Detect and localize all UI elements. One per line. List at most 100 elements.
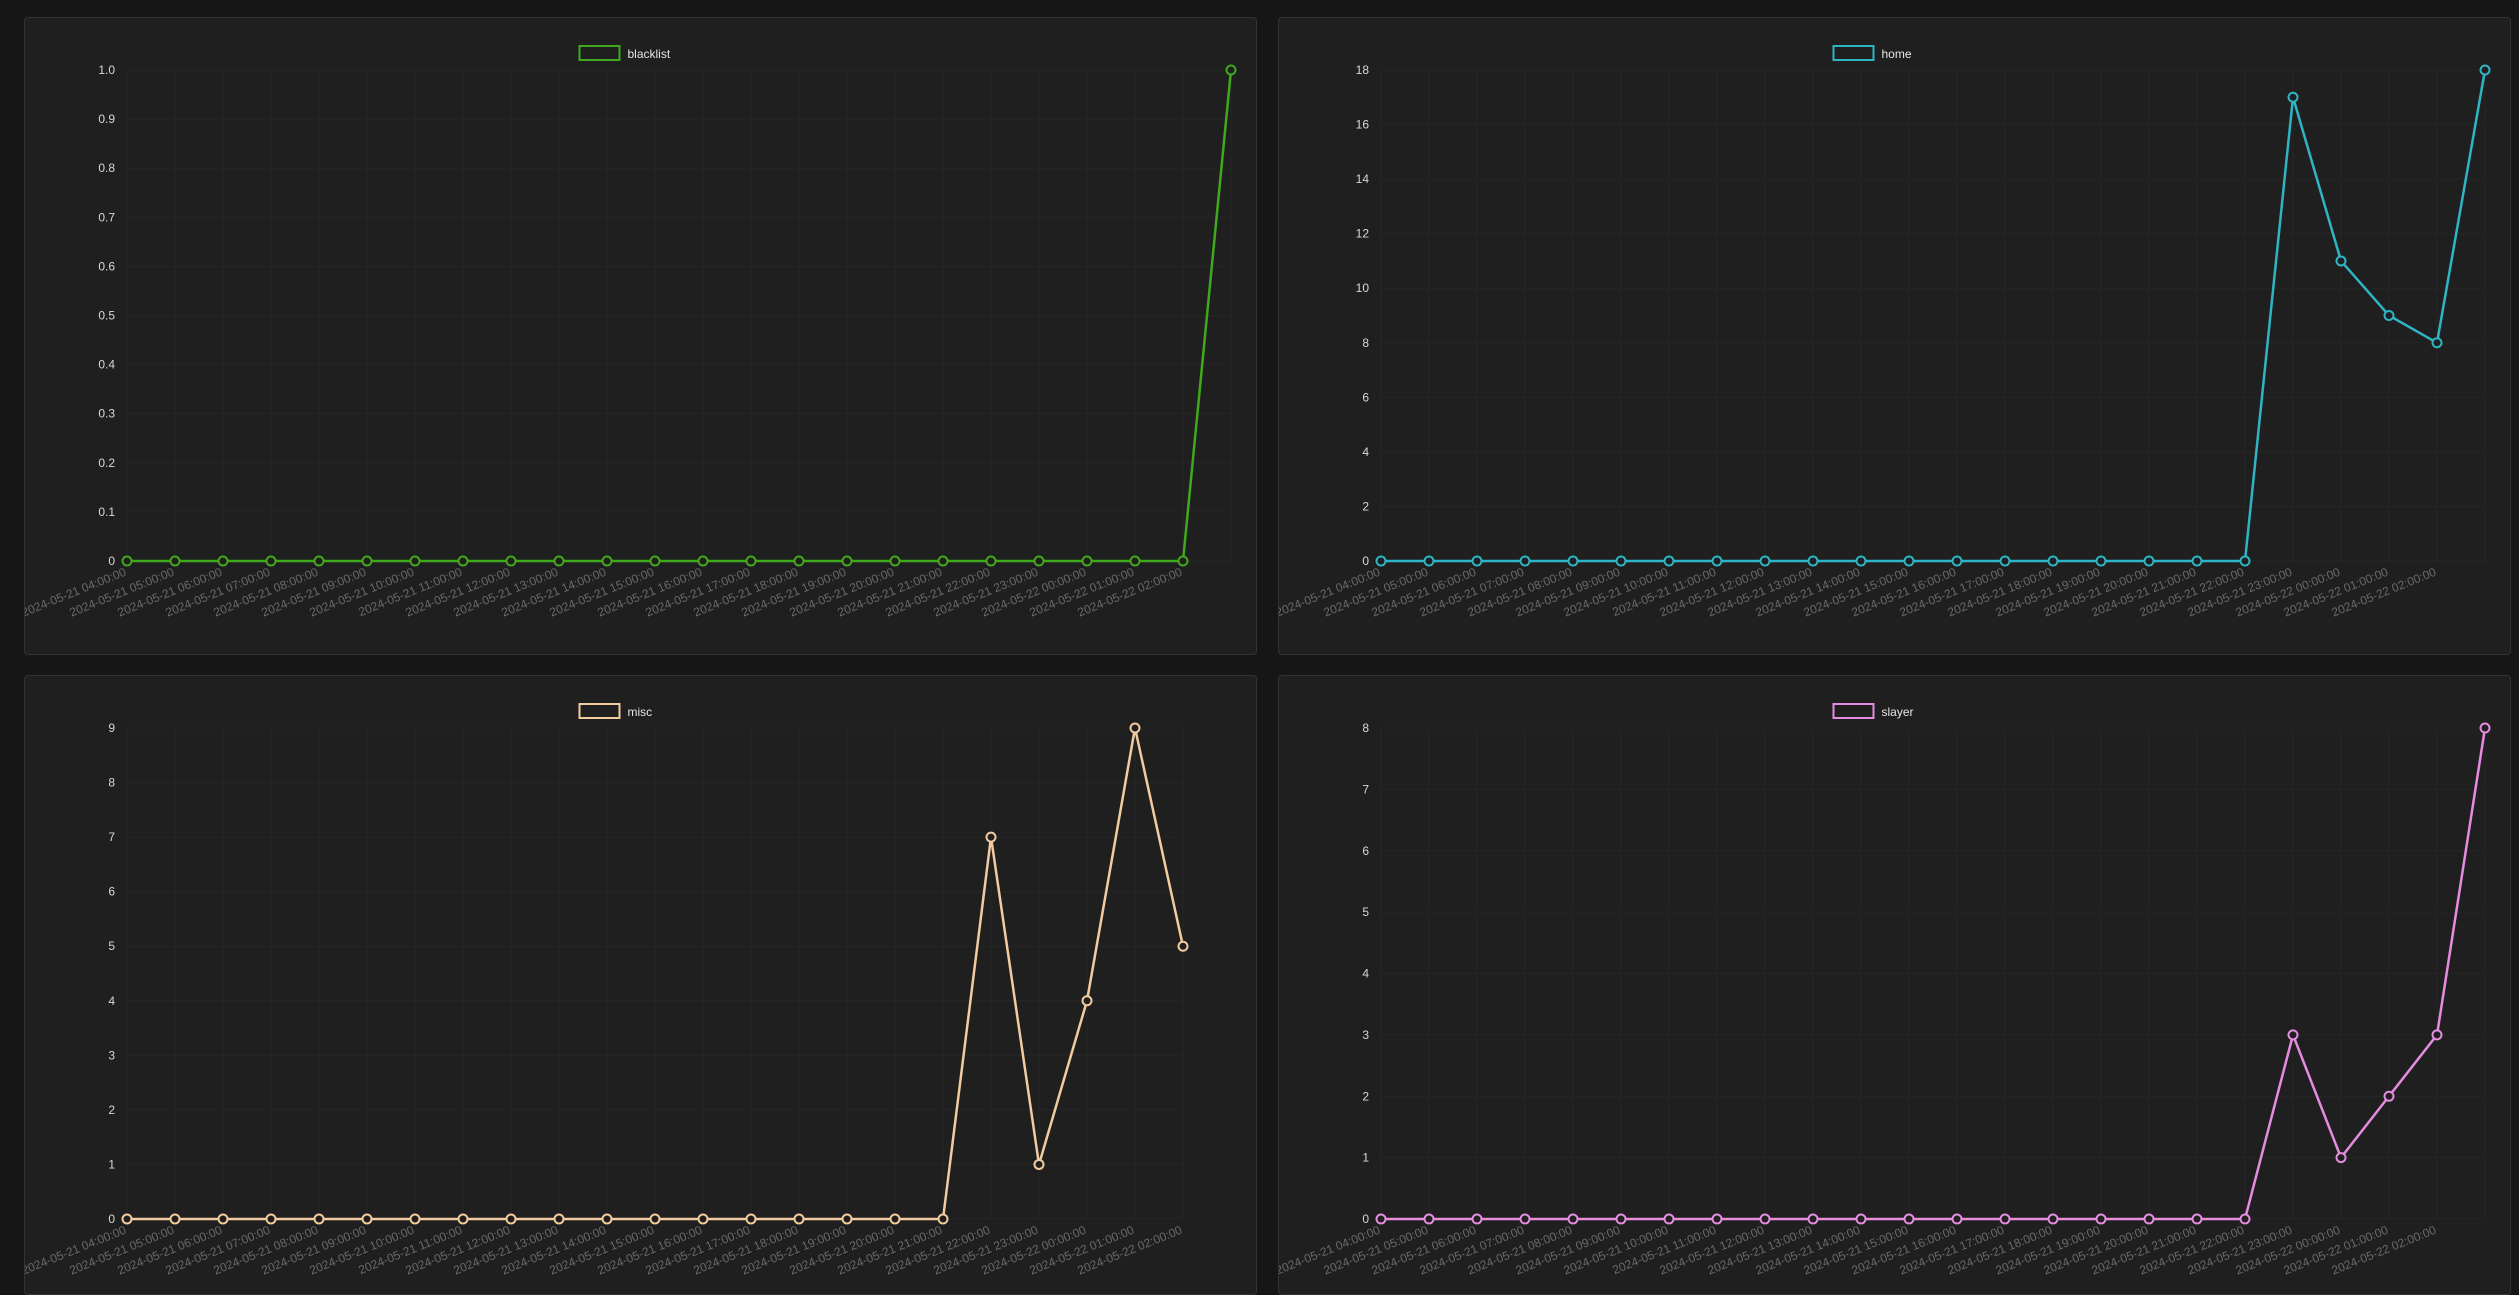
data-point[interactable]	[313, 1213, 325, 1225]
data-point[interactable]	[265, 1213, 277, 1225]
data-point[interactable]	[2095, 555, 2107, 567]
data-point[interactable]	[1759, 1213, 1771, 1225]
data-point[interactable]	[265, 555, 277, 567]
data-point[interactable]	[1519, 555, 1531, 567]
data-point[interactable]	[937, 555, 949, 567]
data-point[interactable]	[1225, 64, 1237, 76]
data-point[interactable]	[1759, 555, 1771, 567]
data-point[interactable]	[2383, 310, 2395, 321]
data-point[interactable]	[1999, 1213, 2011, 1225]
legend-swatch[interactable]	[578, 45, 621, 61]
data-point[interactable]	[505, 555, 517, 567]
data-point[interactable]	[1177, 940, 1189, 952]
data-point[interactable]	[505, 1213, 517, 1225]
data-point[interactable]	[2047, 1213, 2059, 1225]
data-point[interactable]	[169, 1213, 181, 1225]
data-point[interactable]	[2191, 555, 2203, 567]
data-point[interactable]	[2143, 555, 2155, 567]
data-point[interactable]	[1129, 555, 1141, 567]
data-point[interactable]	[793, 555, 805, 567]
data-point[interactable]	[937, 1213, 949, 1225]
data-point[interactable]	[1807, 555, 1819, 567]
data-point[interactable]	[649, 555, 661, 567]
data-point[interactable]	[2335, 255, 2347, 267]
data-point[interactable]	[793, 1213, 805, 1225]
data-point[interactable]	[1375, 1213, 1387, 1225]
data-point[interactable]	[2335, 1152, 2347, 1164]
legend-swatch[interactable]	[1832, 703, 1875, 719]
data-point[interactable]	[1615, 555, 1627, 567]
data-point[interactable]	[1567, 1213, 1579, 1225]
data-point[interactable]	[889, 1213, 901, 1225]
data-point[interactable]	[2239, 555, 2251, 567]
data-point[interactable]	[745, 1213, 757, 1225]
data-point[interactable]	[1663, 1213, 1675, 1225]
data-point[interactable]	[985, 555, 997, 567]
data-point[interactable]	[2431, 337, 2443, 349]
data-point[interactable]	[217, 1213, 229, 1225]
data-point[interactable]	[841, 555, 853, 567]
data-point[interactable]	[2239, 1213, 2251, 1225]
data-point[interactable]	[1903, 555, 1915, 567]
legend-label[interactable]: home	[1882, 47, 1912, 61]
data-point[interactable]	[169, 555, 181, 567]
data-point[interactable]	[2479, 722, 2491, 734]
data-point[interactable]	[2383, 1090, 2395, 1102]
data-point[interactable]	[2479, 64, 2491, 76]
data-point[interactable]	[1423, 1213, 1435, 1225]
legend-label[interactable]: blacklist	[628, 47, 671, 61]
data-point[interactable]	[361, 555, 373, 567]
data-point[interactable]	[1471, 555, 1483, 567]
data-point[interactable]	[2047, 555, 2059, 567]
data-point[interactable]	[361, 1213, 373, 1225]
data-point[interactable]	[121, 555, 133, 567]
data-point[interactable]	[1177, 555, 1189, 567]
data-point[interactable]	[121, 1213, 133, 1225]
data-point[interactable]	[1423, 555, 1435, 567]
data-point[interactable]	[601, 1213, 613, 1225]
data-point[interactable]	[409, 555, 421, 567]
data-point[interactable]	[745, 555, 757, 567]
data-point[interactable]	[2095, 1213, 2107, 1225]
data-point[interactable]	[1567, 555, 1579, 567]
data-point[interactable]	[1033, 1158, 1045, 1170]
legend-swatch[interactable]	[578, 703, 621, 719]
data-point[interactable]	[889, 555, 901, 567]
data-point[interactable]	[1903, 1213, 1915, 1225]
data-point[interactable]	[553, 555, 565, 567]
legend-swatch[interactable]	[1832, 45, 1875, 61]
data-point[interactable]	[457, 1213, 469, 1225]
data-point[interactable]	[649, 1213, 661, 1225]
legend-label[interactable]: misc	[628, 705, 653, 719]
data-point[interactable]	[2191, 1213, 2203, 1225]
data-point[interactable]	[2431, 1029, 2443, 1041]
data-point[interactable]	[841, 1213, 853, 1225]
data-point[interactable]	[1033, 555, 1045, 567]
data-point[interactable]	[2287, 91, 2299, 103]
data-point[interactable]	[1711, 1213, 1723, 1225]
data-point[interactable]	[1951, 555, 1963, 567]
data-point[interactable]	[1951, 1213, 1963, 1225]
data-point[interactable]	[1519, 1213, 1531, 1225]
data-point[interactable]	[1081, 995, 1093, 1007]
data-point[interactable]	[697, 1213, 709, 1225]
data-point[interactable]	[1129, 722, 1141, 734]
data-point[interactable]	[2287, 1029, 2299, 1041]
data-point[interactable]	[409, 1213, 421, 1225]
data-point[interactable]	[1855, 555, 1867, 567]
data-point[interactable]	[1711, 555, 1723, 567]
legend-label[interactable]: slayer	[1882, 705, 1914, 719]
data-point[interactable]	[313, 555, 325, 567]
data-point[interactable]	[457, 555, 469, 567]
data-point[interactable]	[697, 555, 709, 567]
data-point[interactable]	[1999, 555, 2011, 567]
data-point[interactable]	[1807, 1213, 1819, 1225]
data-point[interactable]	[1615, 1213, 1627, 1225]
data-point[interactable]	[2143, 1213, 2155, 1225]
data-point[interactable]	[217, 555, 229, 567]
data-point[interactable]	[1081, 555, 1093, 567]
data-point[interactable]	[1471, 1213, 1483, 1225]
data-point[interactable]	[1663, 555, 1675, 567]
data-point[interactable]	[1855, 1213, 1867, 1225]
data-point[interactable]	[601, 555, 613, 567]
